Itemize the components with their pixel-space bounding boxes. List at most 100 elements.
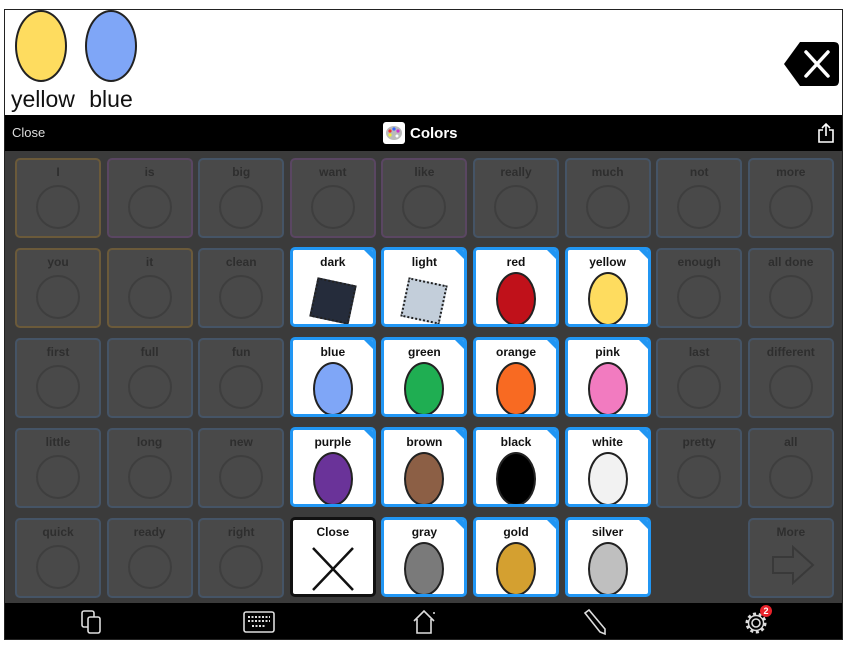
tile-label: full bbox=[140, 345, 159, 359]
grid-tile-all: all bbox=[747, 428, 834, 508]
grid-tile-clean: clean bbox=[198, 248, 285, 328]
message-bar[interactable]: yellow blue bbox=[5, 10, 842, 115]
folder-corner-icon bbox=[546, 430, 556, 440]
grid-tile-is: is bbox=[106, 158, 193, 238]
tile-label: pretty bbox=[682, 435, 716, 449]
popup-close-button[interactable]: Close bbox=[289, 517, 376, 597]
folder-corner-icon bbox=[454, 520, 465, 530]
tile-label: Close bbox=[316, 525, 350, 539]
tile-label: I bbox=[56, 165, 60, 179]
tile-symbol-icon bbox=[677, 185, 722, 229]
message-word-blue[interactable]: blue bbox=[81, 10, 141, 111]
message-word-yellow[interactable]: yellow bbox=[11, 10, 75, 111]
tile-symbol-icon bbox=[127, 455, 172, 499]
pencil-icon bbox=[583, 608, 606, 636]
keyboard-button[interactable] bbox=[242, 608, 275, 636]
tile-label: orange bbox=[495, 345, 536, 359]
blue-oval-icon bbox=[85, 10, 137, 82]
copy-pages-button[interactable] bbox=[77, 608, 107, 636]
close-button[interactable]: Close bbox=[12, 125, 45, 140]
black-oval-icon bbox=[496, 452, 536, 504]
tile-label: like bbox=[414, 165, 435, 179]
color-tile-dark[interactable]: dark bbox=[289, 247, 376, 327]
brown-oval-icon bbox=[404, 452, 445, 504]
color-tile-gold[interactable]: gold bbox=[473, 517, 559, 597]
tile-label: quick bbox=[42, 525, 74, 539]
message-word-label: blue bbox=[89, 86, 133, 112]
tile-symbol-icon bbox=[127, 365, 172, 409]
grid-tile-not: not bbox=[656, 158, 743, 238]
green-oval-icon bbox=[404, 362, 445, 414]
tile-symbol-icon bbox=[585, 185, 630, 229]
color-tile-light[interactable]: light bbox=[381, 247, 468, 327]
tile-label: last bbox=[688, 345, 710, 359]
tile-label: want bbox=[319, 165, 347, 179]
grid-tile-long: long bbox=[106, 428, 193, 508]
grid-tile-first: first bbox=[15, 338, 101, 418]
color-tile-black[interactable]: black bbox=[473, 427, 559, 507]
tile-label: white bbox=[592, 435, 623, 449]
tile-symbol-icon bbox=[219, 275, 264, 319]
tile-label: big bbox=[232, 165, 251, 179]
grid-tile-enough: enough bbox=[656, 248, 743, 328]
tile-label: brown bbox=[406, 435, 443, 449]
tile-label: it bbox=[145, 255, 154, 269]
color-tile-white[interactable]: white bbox=[564, 427, 651, 507]
tile-label: gray bbox=[411, 525, 438, 539]
delete-button[interactable] bbox=[782, 40, 840, 88]
color-tile-pink[interactable]: pink bbox=[564, 337, 651, 417]
silver-oval-icon bbox=[587, 542, 628, 594]
grid-tile-i: I bbox=[15, 158, 101, 238]
tile-label: black bbox=[500, 435, 532, 449]
grid-tile-like: like bbox=[381, 158, 468, 238]
bottom-toolbar: 2 bbox=[5, 603, 842, 639]
color-tile-green[interactable]: green bbox=[381, 337, 468, 417]
tile-label: ready bbox=[133, 525, 166, 539]
tile-symbol-icon bbox=[127, 275, 172, 319]
tile-symbol-icon bbox=[36, 545, 80, 589]
folder-corner-icon bbox=[362, 340, 373, 350]
tile-label: gold bbox=[503, 525, 529, 539]
color-tile-purple[interactable]: purple bbox=[289, 427, 376, 507]
white-oval-icon bbox=[587, 452, 628, 504]
color-tile-yellow[interactable]: yellow bbox=[564, 247, 651, 327]
tile-symbol-icon bbox=[768, 455, 813, 499]
share-button[interactable] bbox=[816, 122, 836, 149]
light-cloth-icon bbox=[400, 277, 449, 324]
tile-symbol-icon bbox=[219, 185, 264, 229]
grid-tile-quick: quick bbox=[15, 518, 101, 598]
settings-button[interactable]: 2 bbox=[743, 605, 773, 636]
grid-tile-more: More bbox=[747, 518, 834, 598]
tile-label: dark bbox=[320, 255, 346, 269]
edit-button[interactable] bbox=[580, 608, 610, 636]
tile-label: right bbox=[227, 525, 255, 539]
grid-tile-really: really bbox=[473, 158, 559, 238]
gray-oval-icon bbox=[404, 542, 445, 594]
folder-corner-icon bbox=[546, 520, 556, 530]
dark-cloth-icon bbox=[309, 277, 357, 324]
tile-label: long bbox=[136, 435, 163, 449]
color-tile-gray[interactable]: gray bbox=[381, 517, 468, 597]
grid-tile-want: want bbox=[289, 158, 376, 238]
tile-label: much bbox=[591, 165, 624, 179]
tile-symbol-icon bbox=[768, 275, 813, 319]
color-tile-orange[interactable]: orange bbox=[473, 337, 559, 417]
tile-label: clean bbox=[225, 255, 257, 269]
tile-label: different bbox=[766, 345, 815, 359]
home-button[interactable] bbox=[410, 608, 440, 636]
red-oval-icon bbox=[496, 272, 536, 324]
color-tile-brown[interactable]: brown bbox=[381, 427, 468, 507]
folder-corner-icon bbox=[637, 340, 648, 350]
color-tile-silver[interactable]: silver bbox=[564, 517, 651, 597]
grid-tile-new: new bbox=[198, 428, 285, 508]
tile-symbol-icon bbox=[768, 185, 813, 229]
folder-corner-icon bbox=[454, 250, 465, 260]
tile-label: all done bbox=[768, 255, 814, 269]
grid-tile-different: different bbox=[747, 338, 834, 418]
color-tile-blue[interactable]: blue bbox=[289, 337, 376, 417]
folder-corner-icon bbox=[362, 250, 373, 260]
grid-tile-pretty: pretty bbox=[656, 428, 743, 508]
tile-label: silver bbox=[591, 525, 624, 539]
grid-tile-right: right bbox=[198, 518, 285, 598]
color-tile-red[interactable]: red bbox=[473, 247, 559, 327]
